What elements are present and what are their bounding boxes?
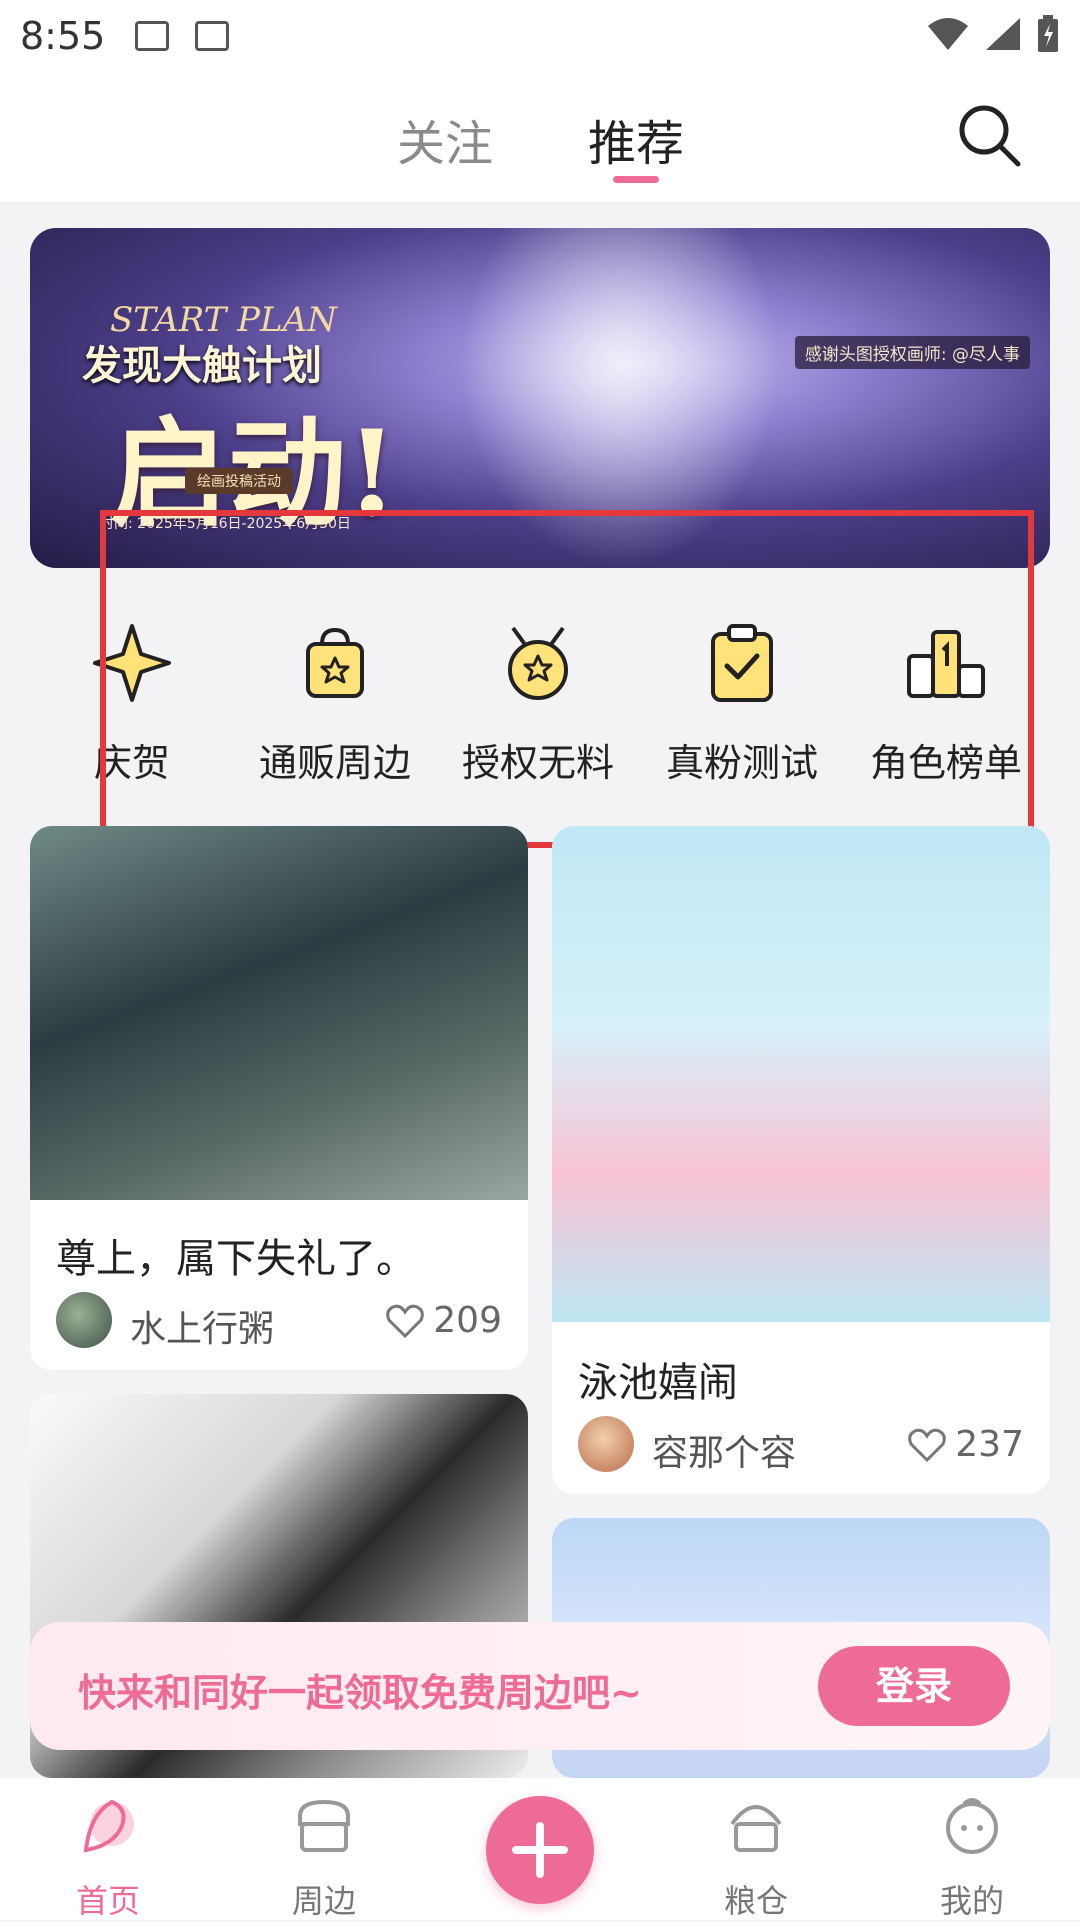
shop-icon [298,1799,350,1852]
highlight-box [100,510,1034,848]
granary-icon [730,1805,782,1852]
card-image [30,826,528,1200]
card-author: 水上行粥 [130,1309,275,1350]
card-image [552,826,1050,1322]
banner-credit: 感谢头图授权画师: @尽人事 [794,336,1030,369]
nav-granary[interactable]: 粮仓 [686,1794,826,1922]
login-prompt: 快来和同好一起领取免费周边吧~ 登录 [30,1622,1050,1750]
keyboard-a-icon [195,21,230,51]
nav-merch[interactable]: 周边 [254,1794,394,1922]
battery-icon [1038,15,1058,52]
tab-follow[interactable]: 关注 [397,104,493,174]
banner-pill: 绘画投稿活动 [185,468,293,494]
like-count[interactable]: 209 [385,1300,502,1341]
avatar [578,1416,634,1472]
home-icon [83,1799,134,1853]
nav-home[interactable]: 首页 [38,1794,178,1922]
wifi-icon [928,18,968,50]
like-count[interactable]: 237 [907,1424,1024,1465]
plus-icon [512,1822,568,1878]
feed-card[interactable]: 泳池嬉闹 容那个容 237 [552,826,1050,1494]
active-tab-indicator [613,176,659,183]
profile-icon [946,1798,998,1854]
create-post-button[interactable] [486,1796,594,1904]
search-icon[interactable] [954,100,1024,170]
signal-icon [986,18,1020,50]
tab-recommend[interactable]: 推荐 [588,104,684,174]
image-icon [135,21,170,51]
login-button[interactable]: 登录 [818,1646,1010,1726]
card-title: 尊上，属下失礼了。 [56,1236,416,1282]
heart-icon [386,1304,425,1338]
status-bar: 8:55 [0,0,1080,72]
card-author: 容那个容 [652,1433,797,1474]
heart-icon [908,1428,947,1462]
avatar [56,1292,112,1348]
feed-card[interactable]: 尊上，属下失礼了。 水上行粥 209 [30,826,528,1370]
status-time: 8:55 [20,14,106,58]
login-prompt-message: 快来和同好一起领取免费周边吧~ [78,1671,642,1715]
nav-profile[interactable]: 我的 [902,1794,1042,1922]
top-header: 关注 推荐 [0,72,1080,202]
card-title: 泳池嬉闹 [578,1360,738,1406]
